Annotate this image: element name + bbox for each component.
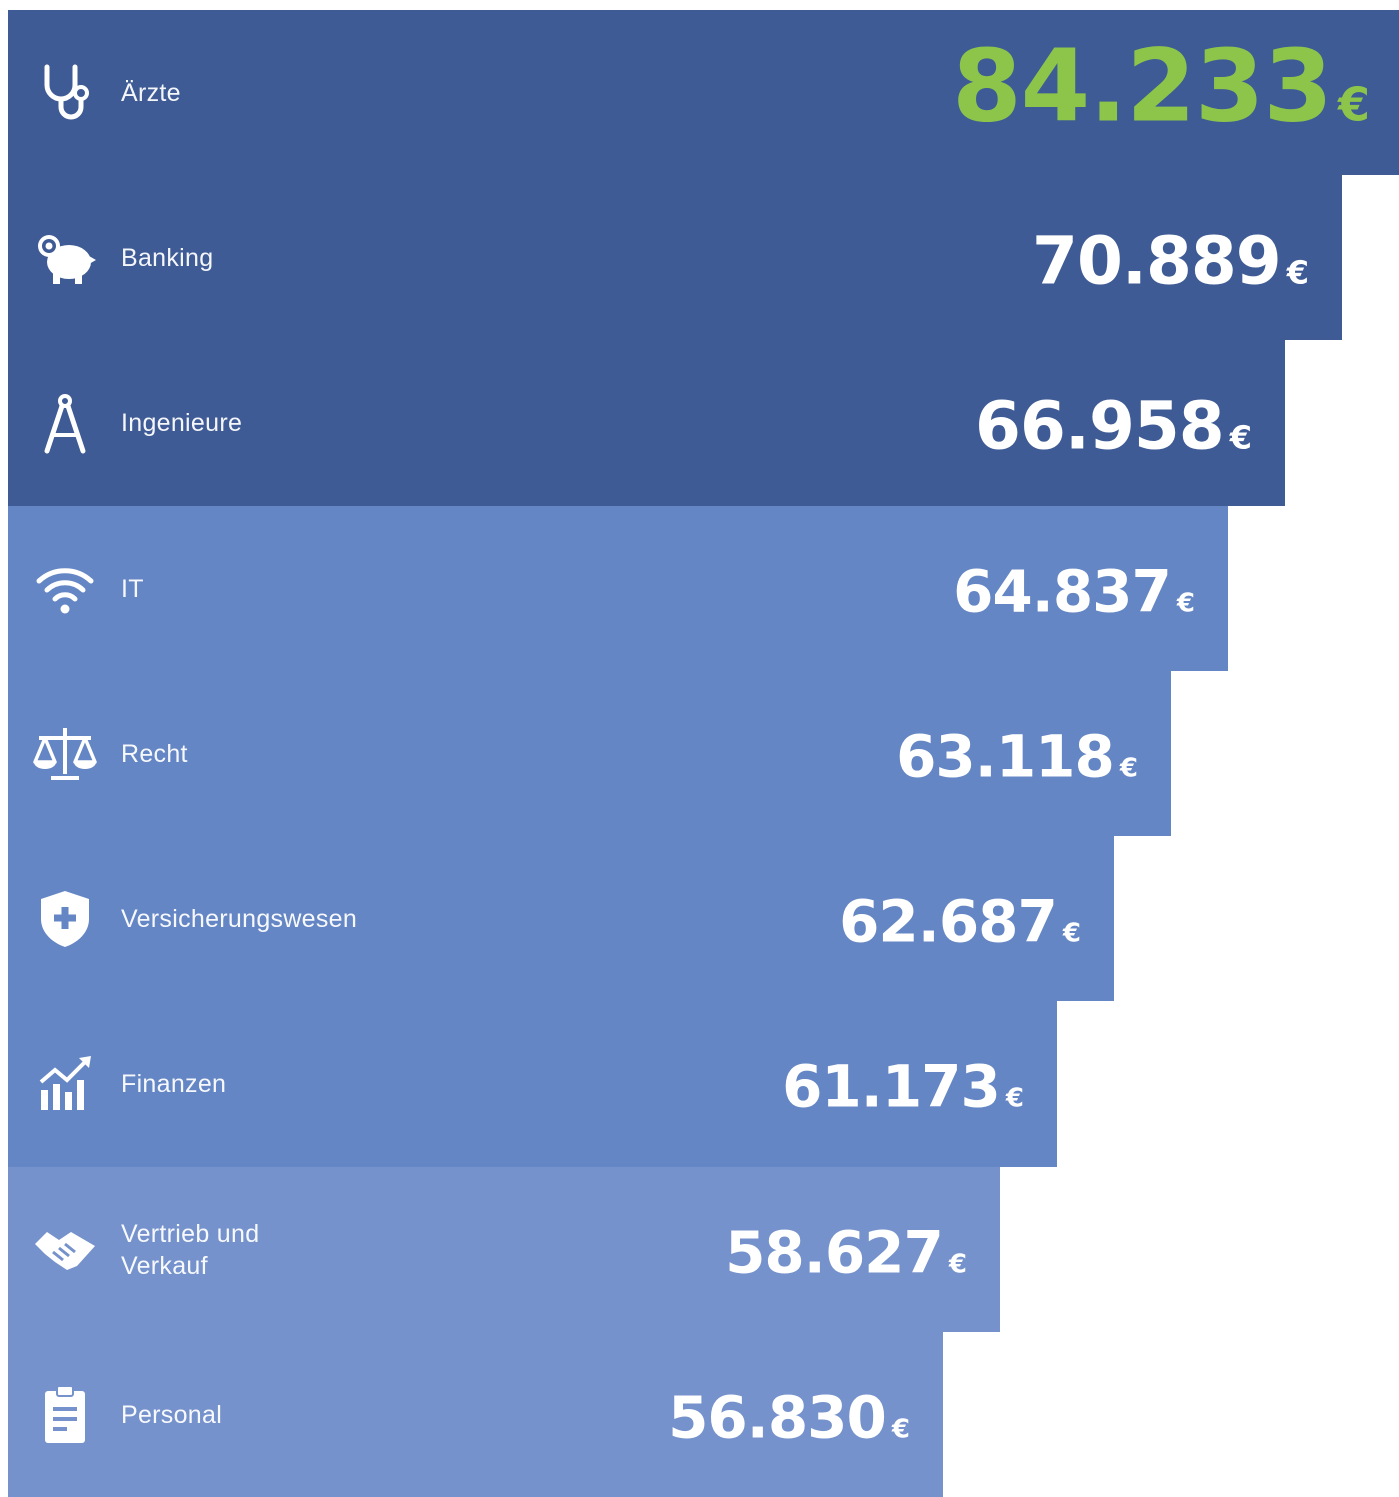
value-number: 63.118 (896, 722, 1115, 791)
salary-bar-chart: Ärzte 84.233 € Banking 70.889 € Ingenieure 66.9… (0, 0, 1399, 1497)
stethoscope-icon (30, 58, 100, 128)
category-label: Ingenieure (121, 409, 243, 437)
value-label: 70.889 € (1032, 222, 1309, 300)
value-label: 63.118 € (896, 722, 1138, 791)
category-label: Recht (121, 739, 188, 768)
value-number: 66.958 (975, 387, 1225, 465)
value-number: 56.830 (668, 1383, 887, 1452)
value-label: 84.233 € (952, 26, 1370, 144)
value-label: 64.837 € (953, 557, 1195, 626)
currency-symbol: € (1337, 76, 1370, 131)
value-label: 62.687 € (839, 887, 1081, 956)
value-label: 58.627 € (725, 1218, 967, 1287)
bar-ingenieure: Ingenieure 66.958 € (8, 340, 1285, 506)
bar-vertrieb-und-verkauf: Vertrieb und Verkauf 58.627 € (8, 1167, 1000, 1332)
wifi-icon (30, 554, 100, 624)
growth-chart-icon (30, 1049, 100, 1119)
value-number: 84.233 (952, 26, 1333, 144)
value-number: 64.837 (953, 557, 1172, 626)
value-label: 66.958 € (975, 387, 1252, 465)
category-label: Banking (121, 243, 214, 272)
shield-plus-icon (30, 884, 100, 954)
category-label: Finanzen (121, 1070, 227, 1098)
category-label: Versicherungswesen (121, 904, 358, 933)
bar-it: IT 64.837 € (8, 506, 1228, 671)
currency-symbol: € (1286, 253, 1309, 292)
value-label: 56.830 € (668, 1383, 910, 1452)
clipboard-icon (30, 1380, 100, 1450)
currency-symbol: € (891, 1414, 910, 1445)
category-label: Personal (121, 1400, 223, 1429)
currency-symbol: € (1062, 918, 1081, 949)
value-number: 61.173 (782, 1052, 1001, 1121)
bar-banking: Banking 70.889 € (8, 175, 1342, 340)
value-number: 70.889 (1032, 222, 1282, 300)
scales-icon (30, 719, 100, 789)
bar-recht: Recht 63.118 € (8, 671, 1171, 836)
value-number: 62.687 (839, 887, 1058, 956)
compass-icon (30, 388, 100, 458)
value-label: 61.173 € (782, 1052, 1024, 1121)
bar-personal: Personal 56.830 € (8, 1332, 943, 1497)
value-number: 58.627 (725, 1218, 944, 1287)
handshake-icon (30, 1215, 100, 1285)
currency-symbol: € (1229, 418, 1252, 457)
category-label: IT (121, 574, 144, 603)
currency-symbol: € (1119, 753, 1138, 784)
piggy-bank-icon (30, 223, 100, 293)
bar-aerzte: Ärzte 84.233 € (8, 10, 1399, 175)
currency-symbol: € (1176, 588, 1195, 619)
category-label: Vertrieb und Verkauf (121, 1219, 260, 1280)
currency-symbol: € (1005, 1083, 1024, 1114)
bar-versicherungswesen: Versicherungswesen 62.687 € (8, 836, 1114, 1001)
category-label: Ärzte (121, 78, 181, 107)
bar-finanzen: Finanzen 61.173 € (8, 1001, 1057, 1167)
currency-symbol: € (948, 1249, 967, 1280)
